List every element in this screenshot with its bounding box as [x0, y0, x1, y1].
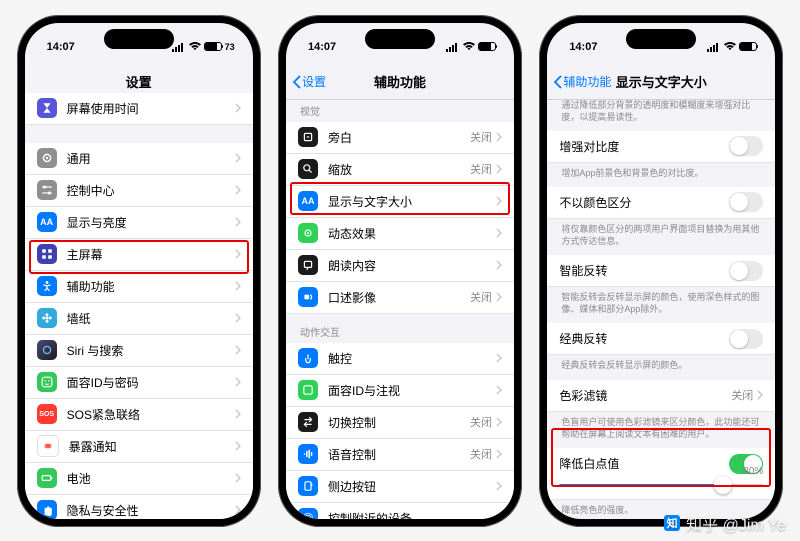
row-smartinvert[interactable]: 智能反转: [547, 255, 775, 287]
speak-icon: [298, 255, 318, 275]
sidebutton-icon: [298, 476, 318, 496]
group-header: 动作交互: [286, 314, 514, 343]
aa-icon: AA: [298, 191, 318, 211]
group-footer: 智能反转会反转显示屏的颜色，使用深色样式的图像、媒体和部分App除外。: [547, 287, 775, 323]
row-siri[interactable]: Siri 与搜索: [25, 335, 253, 367]
row-faceid[interactable]: 面容ID与密码: [25, 367, 253, 399]
page-title: 设置: [126, 72, 152, 91]
row-voiceover[interactable]: 旁白 关闭: [286, 122, 514, 154]
group-footer: 增加App前景色和背景色的对比度。: [547, 163, 775, 187]
row-touch[interactable]: 触控: [286, 343, 514, 375]
page-title: 显示与文字大小: [616, 72, 707, 91]
row-nearby[interactable]: 控制附近的设备: [286, 503, 514, 519]
row-faceid-attention[interactable]: 面容ID与注视: [286, 375, 514, 407]
row-battery[interactable]: 电池: [25, 463, 253, 495]
hourglass-icon: [37, 98, 57, 118]
toggle-contrast[interactable]: [729, 136, 763, 156]
row-diffcolor[interactable]: 不以颜色区分: [547, 187, 775, 219]
dynamic-island: [626, 29, 696, 49]
page-title: 辅助功能: [374, 72, 426, 91]
toggle-classicinvert[interactable]: [729, 329, 763, 349]
row-displaytext[interactable]: AA 显示与文字大小: [286, 186, 514, 218]
wifi-icon: [189, 42, 201, 51]
grid-icon: [37, 244, 57, 264]
toggle-smartinvert[interactable]: [729, 261, 763, 281]
aa-icon: AA: [37, 212, 57, 232]
row-general[interactable]: 通用: [25, 143, 253, 175]
row-accessibility[interactable]: 辅助功能: [25, 271, 253, 303]
row-display[interactable]: AA 显示与亮度: [25, 207, 253, 239]
row-colorfilters[interactable]: 色彩滤镜 关闭: [547, 380, 775, 412]
row-wallpaper[interactable]: 墙纸: [25, 303, 253, 335]
touch-icon: [298, 348, 318, 368]
display-settings[interactable]: 通过降低部分背景的透明度和模糊度来增强对比度，以提高易读性。 增强对比度 增加A…: [547, 93, 775, 519]
exposure-icon: [37, 435, 59, 457]
row-zoom[interactable]: 缩放 关闭: [286, 154, 514, 186]
row-controlcenter[interactable]: 控制中心: [25, 175, 253, 207]
row-exposure[interactable]: 暴露通知: [25, 431, 253, 463]
battery-pct: 73: [225, 42, 235, 52]
row-switchcontrol[interactable]: 切换控制 关闭: [286, 407, 514, 439]
row-sidebutton[interactable]: 侧边按钮: [286, 471, 514, 503]
row-spoken[interactable]: 朗读内容: [286, 250, 514, 282]
group-footer: 通过降低部分背景的透明度和模糊度来增强对比度，以提高易读性。: [547, 93, 775, 131]
battery-row-icon: [37, 468, 57, 488]
row-classicinvert[interactable]: 经典反转: [547, 323, 775, 355]
row-sos[interactable]: SOS SOS紧急联络: [25, 399, 253, 431]
faceid-icon: [298, 380, 318, 400]
group-header: 视觉: [286, 93, 514, 122]
flower-icon: [37, 308, 57, 328]
group-footer: 将仅靠颜色区分的两项用户界面项目替换为用其他方式传达信息。: [547, 219, 775, 255]
zhihu-icon: 知: [664, 515, 680, 531]
row-voicecontrol[interactable]: 语音控制 关闭: [286, 439, 514, 471]
row-motion[interactable]: 动态效果: [286, 218, 514, 250]
row-contrast[interactable]: 增强对比度: [547, 131, 775, 163]
dynamic-island: [104, 29, 174, 49]
sliders-icon: [37, 180, 57, 200]
group-footer: 色盲用户可使用色彩滤镜来区分颜色，此功能还可帮助在屏幕上阅读文本有困难的用户。: [547, 412, 775, 448]
hand-icon: [37, 500, 57, 519]
row-audiodesc[interactable]: 口述影像 关闭: [286, 282, 514, 314]
audiodesc-icon: [298, 287, 318, 307]
row-homescreen[interactable]: 主屏幕: [25, 239, 253, 271]
toggle-diffcolor[interactable]: [729, 192, 763, 212]
zoom-icon: [298, 159, 318, 179]
settings-list[interactable]: 屏幕使用时间 通用 控制中心 AA 显示与亮度: [25, 93, 253, 519]
faceid-icon: [37, 372, 57, 392]
sos-icon: SOS: [37, 404, 57, 424]
voice-icon: [298, 444, 318, 464]
figure-icon: [37, 276, 57, 296]
slider-whitepoint[interactable]: 80%: [559, 484, 763, 487]
signal-icon: [172, 42, 186, 52]
voiceover-icon: [298, 127, 318, 147]
siri-icon: [37, 340, 57, 360]
gear-icon: [37, 148, 57, 168]
row-privacy[interactable]: 隐私与安全性: [25, 495, 253, 519]
battery-icon: [204, 42, 222, 51]
dynamic-island: [365, 29, 435, 49]
watermark: 知 知乎 @Jim Ye: [664, 511, 786, 535]
chevron-icon: [235, 103, 241, 113]
switch-icon: [298, 412, 318, 432]
group-footer: 经典反转会反转显示屏的颜色。: [547, 355, 775, 379]
row-screentime[interactable]: 屏幕使用时间: [25, 93, 253, 125]
nearby-icon: [298, 508, 318, 519]
row-whitepoint[interactable]: 降低白点值 80%: [547, 448, 775, 500]
motion-icon: [298, 223, 318, 243]
status-time: 14:07: [47, 41, 75, 53]
accessibility-list[interactable]: 视觉 旁白 关闭 缩放 关闭 AA 显示与文字大小: [286, 93, 514, 519]
